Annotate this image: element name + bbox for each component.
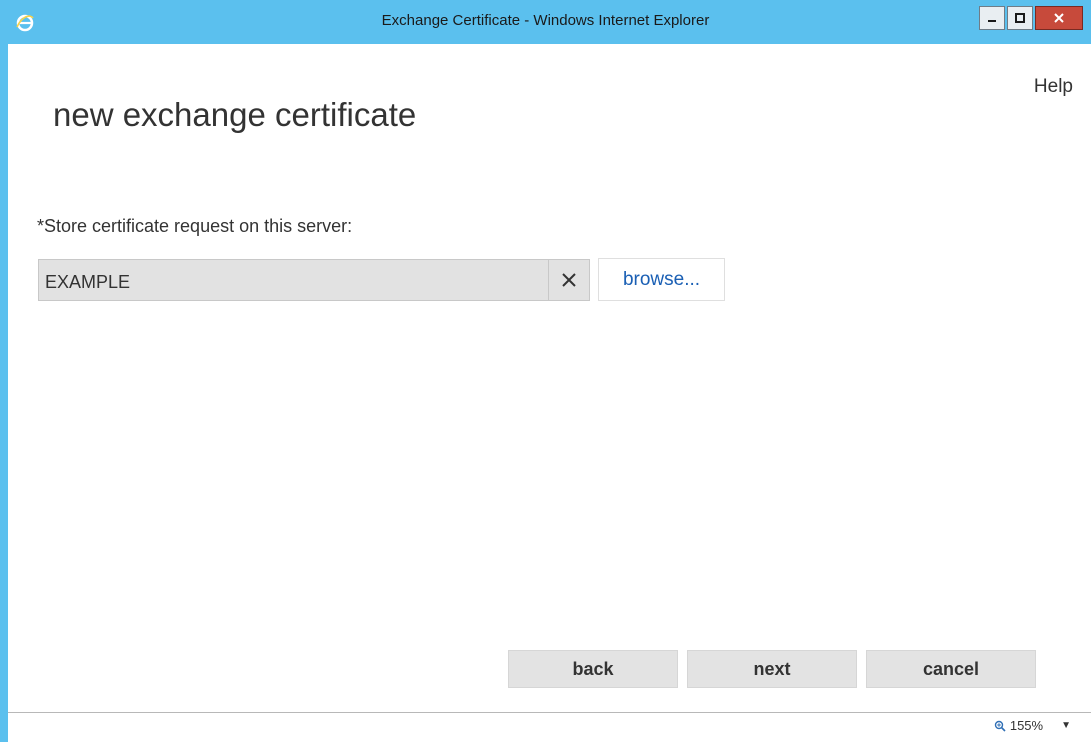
chevron-down-icon[interactable]: ▼ [1061,720,1071,731]
server-field-label: *Store certificate request on this serve… [37,216,353,236]
status-bar: 155% ▼ [8,712,1091,742]
window-title: Exchange Certificate - Windows Internet … [381,12,710,29]
clear-server-button[interactable] [548,260,589,300]
close-x-icon [562,273,576,287]
close-window-button[interactable] [1035,6,1083,30]
server-input[interactable]: EXAMPLE [38,259,590,301]
zoom-level: 155% [1009,718,1044,733]
zoom-control[interactable]: 155% ▼ [994,718,1071,733]
server-input-value: EXAMPLE [45,272,131,292]
page-content: Help new exchange certificate *Store cer… [8,44,1091,712]
maximize-icon [1015,13,1025,23]
page-title: new exchange certificate [53,96,417,133]
close-icon [1054,13,1064,23]
minimize-icon [988,20,996,22]
title-bar[interactable]: Exchange Certificate - Windows Internet … [0,0,1091,44]
cancel-button[interactable]: cancel [866,650,1036,688]
browse-button[interactable]: browse... [598,258,725,301]
minimize-button[interactable] [979,6,1005,30]
next-button[interactable]: next [687,650,857,688]
window-controls [979,6,1083,32]
maximize-button[interactable] [1007,6,1033,30]
help-link[interactable]: Help [1034,76,1073,98]
browser-window: Exchange Certificate - Windows Internet … [0,0,1091,742]
back-button[interactable]: back [508,650,678,688]
zoom-icon [994,720,1006,732]
